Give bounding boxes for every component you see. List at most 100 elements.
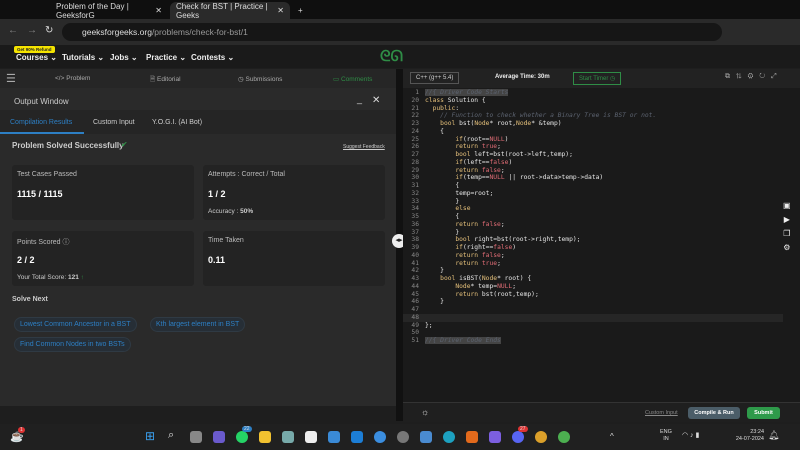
photos-icon[interactable]: [420, 431, 432, 443]
theme-toggle-icon[interactable]: ☼: [421, 407, 429, 417]
close-tab-icon[interactable]: ✕: [277, 6, 284, 15]
info-icon[interactable]: ⓘ: [63, 239, 70, 246]
tab-problem[interactable]: </> Problem: [55, 75, 90, 82]
region[interactable]: IN: [663, 436, 669, 442]
wifi-volume-battery-icons[interactable]: ◠ ♪ ▮: [682, 431, 699, 439]
start-icon[interactable]: ⊞: [145, 429, 155, 443]
tab-comments[interactable]: ▭ Comments: [333, 75, 372, 83]
start-timer-button[interactable]: Start Timer ◷: [573, 72, 622, 85]
code-line[interactable]: 35 {: [403, 213, 783, 221]
chrome-active-icon[interactable]: [558, 431, 570, 443]
code-line[interactable]: 24 {: [403, 128, 783, 136]
code-line[interactable]: 27 bool left=bst(root->left,temp);: [403, 151, 783, 159]
code-line[interactable]: 32 temp=root;: [403, 190, 783, 198]
teams-icon[interactable]: [213, 431, 225, 443]
nav-practice[interactable]: Practice ⌄: [146, 53, 186, 62]
camera-icon[interactable]: ▣: [783, 199, 791, 213]
explorer-icon[interactable]: [259, 431, 271, 443]
url-input[interactable]: geeksforgeeks.org/problems/check-for-bst…: [62, 23, 722, 41]
tab-editorial[interactable]: 🗎 Editorial: [150, 75, 181, 86]
nav-courses[interactable]: Courses ⌄: [16, 53, 57, 62]
close-tab-icon[interactable]: ✕: [155, 6, 162, 15]
code-line[interactable]: 29 return false;: [403, 167, 783, 175]
code-line[interactable]: 26 return true;: [403, 143, 783, 151]
code-line[interactable]: 28 if(left==false): [403, 159, 783, 167]
code-line[interactable]: 43 bool isBST(Node* root) {: [403, 275, 783, 283]
forward-icon[interactable]: →: [27, 25, 37, 36]
browser-tab-potd[interactable]: Problem of the Day | GeeksforG ✕: [50, 2, 168, 20]
back-icon[interactable]: ←: [8, 25, 18, 36]
editor-action-icons[interactable]: ⧉⇅⚙↻⤢: [725, 73, 783, 81]
gfg-logo[interactable]: ᘓᘏ: [380, 48, 403, 65]
whatsapp-icon[interactable]: [236, 431, 248, 443]
minimize-icon[interactable]: _: [357, 94, 362, 104]
discord-icon[interactable]: [512, 431, 524, 443]
taskview-icon[interactable]: [190, 431, 202, 443]
code-line[interactable]: 34 else: [403, 205, 783, 213]
nav-jobs[interactable]: Jobs ⌄: [110, 53, 138, 62]
close-icon[interactable]: ✕: [372, 95, 380, 106]
window-icon[interactable]: ❐: [783, 227, 791, 241]
chrome-icon[interactable]: [535, 431, 547, 443]
search-icon[interactable]: ⌕: [168, 429, 174, 442]
settings-app-icon[interactable]: [282, 431, 294, 443]
code-line[interactable]: 23 bool bst(Node* root,Node* &temp): [403, 120, 783, 128]
code-line[interactable]: 48: [403, 313, 783, 322]
code-line[interactable]: 22 // Function to check whether a Binary…: [403, 112, 783, 120]
suggest-feedback-link[interactable]: Suggest Feedback: [343, 144, 385, 150]
nav-tutorials[interactable]: Tutorials ⌄: [62, 53, 104, 62]
edge-icon[interactable]: [443, 431, 455, 443]
media-player-icon[interactable]: [397, 431, 409, 443]
code-line[interactable]: 1 //{ Driver Code Starts: [403, 89, 783, 97]
custom-input-link[interactable]: Custom Input: [645, 410, 678, 416]
code-line[interactable]: 38 bool right=bst(root->right,temp);: [403, 236, 783, 244]
reload-icon[interactable]: ↻: [45, 25, 53, 36]
code-line[interactable]: 40 return false;: [403, 252, 783, 260]
tab-compilation-results[interactable]: Compilation Results: [10, 119, 72, 126]
tray-chevron-icon[interactable]: ^: [610, 432, 614, 441]
code-line[interactable]: 31 {: [403, 182, 783, 190]
phone-link-icon[interactable]: [328, 431, 340, 443]
code-line[interactable]: 41 return true;: [403, 260, 783, 268]
code-line[interactable]: 25 if(root==NULL): [403, 136, 783, 144]
panel-divider[interactable]: ◂▸: [392, 69, 406, 421]
tab-submissions[interactable]: ◷ Submissions: [238, 75, 282, 83]
code-line[interactable]: 39 if(right==false): [403, 244, 783, 252]
xampp-icon[interactable]: [466, 431, 478, 443]
code-line[interactable]: 20 class Solution {: [403, 97, 783, 105]
code-line[interactable]: 44 Node* temp=NULL;: [403, 283, 783, 291]
code-line[interactable]: 30 if(temp==NULL || root->data>temp->dat…: [403, 174, 783, 182]
language-select[interactable]: C++ (g++ 5.4): [410, 72, 460, 84]
code-line[interactable]: 33 }: [403, 198, 783, 206]
browser-tab-active[interactable]: Check for BST | Practice | Geeks ✕: [170, 2, 290, 20]
new-tab-button[interactable]: +: [292, 2, 309, 19]
app-icon[interactable]: [489, 431, 501, 443]
tab-custom-input[interactable]: Custom Input: [93, 119, 135, 126]
lang[interactable]: ENG: [660, 429, 672, 435]
store-icon[interactable]: [305, 431, 317, 443]
next-problem-chip[interactable]: Kth largest element in BST: [150, 317, 246, 332]
menu-icon[interactable]: ☰: [6, 72, 16, 85]
tab-yogi[interactable]: Y.O.G.I. (AI Bot): [152, 119, 202, 126]
bell-icon[interactable]: 🔔︎: [768, 430, 779, 441]
code-line[interactable]: 51 //{ Driver Code Ends: [403, 337, 783, 345]
video-icon[interactable]: ▶: [783, 213, 791, 227]
settings-icon[interactable]: ⚙: [783, 241, 791, 255]
app-icon[interactable]: [351, 431, 363, 443]
next-problem-chip[interactable]: Find Common Nodes in two BSTs: [14, 337, 131, 352]
clock-date[interactable]: 24-07-2024: [736, 436, 764, 442]
code-line[interactable]: 36 return false;: [403, 221, 783, 229]
code-lines[interactable]: 1 //{ Driver Code Starts 20 class Solution …: [403, 89, 783, 345]
code-line[interactable]: 45 return bst(root,temp);: [403, 291, 783, 299]
code-line[interactable]: 50: [403, 329, 783, 337]
code-editor[interactable]: C++ (g++ 5.4) Average Time: 30m Start Ti…: [403, 69, 800, 422]
code-line[interactable]: 42 }: [403, 267, 783, 275]
code-line[interactable]: 49};: [403, 322, 783, 330]
next-problem-chip[interactable]: Lowest Common Ancestor in a BST: [14, 317, 137, 332]
clock-time[interactable]: 23:24: [750, 429, 764, 435]
app-icon[interactable]: [374, 431, 386, 443]
code-line[interactable]: 47: [403, 306, 783, 314]
nav-contests[interactable]: Contests ⌄: [191, 53, 234, 62]
code-line[interactable]: 46 }: [403, 298, 783, 306]
code-line[interactable]: 37 }: [403, 229, 783, 237]
